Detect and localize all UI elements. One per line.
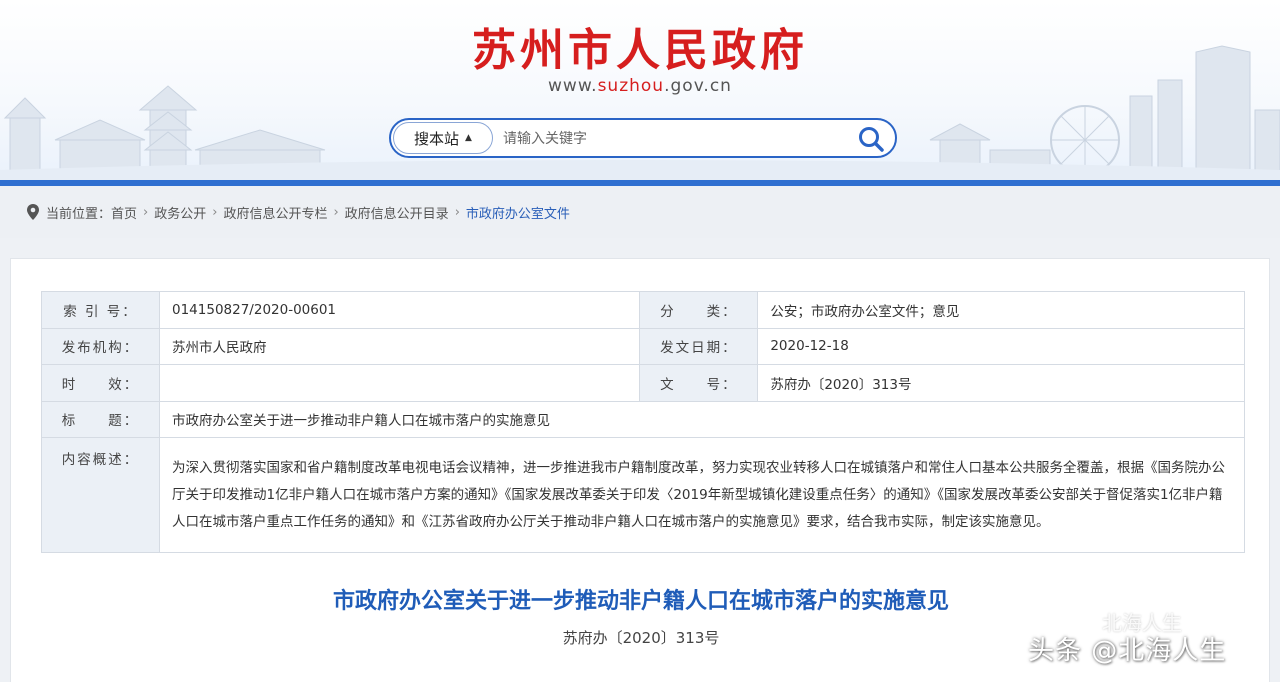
index-value: 014150827/2020-00601 [158, 291, 641, 329]
site-url-highlight: suzhou [597, 76, 665, 96]
search-scope-dropdown[interactable]: 搜本站 ▲ [393, 122, 493, 154]
site-header: 苏州市人民政府 www.suzhou.gov.cn 搜本站 ▲ [0, 0, 1280, 186]
breadcrumb-item-info-catalog[interactable]: 政府信息公开目录 [345, 203, 449, 222]
site-url-suffix: .gov.cn [664, 76, 732, 96]
table-row: 发布机构： 苏州市人民政府 发文日期： 2020-12-18 [41, 327, 1245, 366]
breadcrumb-separator: › [143, 204, 149, 220]
speech-bubble-icon [1072, 610, 1094, 630]
breadcrumb-item-home[interactable]: 首页 [111, 203, 137, 222]
category-value: 公安；市政府办公室文件；意见 [757, 291, 1245, 329]
docno-label: 文 号： [639, 364, 759, 402]
breadcrumb-separator: › [454, 204, 460, 220]
date-value: 2020-12-18 [757, 327, 1245, 366]
caret-up-icon: ▲ [465, 133, 472, 143]
breadcrumb-prefix: 当前位置： [46, 206, 112, 222]
watermark-main: 头条 @北海人生 [1028, 636, 1227, 666]
breadcrumb-item-office-documents[interactable]: 市政府办公室文件 [466, 203, 570, 222]
search-scope-label: 搜本站 [414, 129, 460, 148]
search-icon[interactable] [857, 125, 885, 153]
breadcrumb-item-info-column[interactable]: 政府信息公开专栏 [223, 203, 327, 222]
breadcrumb-separator: › [333, 204, 339, 220]
table-row: 内容概述： 为深入贯彻落实国家和省户籍制度改革电视电话会议精神，进一步推进我市户… [41, 437, 1245, 553]
table-row: 索 引 号： 014150827/2020-00601 分 类： 公安；市政府办… [41, 291, 1245, 329]
title-label: 标 题： [41, 400, 160, 439]
site-title: 苏州市人民政府 [472, 25, 808, 76]
docno-value: 苏府办〔2020〕313号 [757, 364, 1245, 402]
site-url: www.suzhou.gov.cn [0, 76, 1280, 96]
search-bar: 搜本站 ▲ [389, 118, 897, 158]
breadcrumb-item-gov-affairs[interactable]: 政务公开 [154, 203, 206, 222]
issuer-value: 苏州市人民政府 [158, 327, 641, 366]
document-info-table: 索 引 号： 014150827/2020-00601 分 类： 公安；市政府办… [41, 291, 1245, 553]
index-label: 索 引 号： [41, 291, 160, 329]
summary-value: 为深入贯彻落实国家和省户籍制度改革电视电话会议精神，进一步推进我市户籍制度改革，… [159, 437, 1245, 553]
breadcrumb-separator: › [212, 204, 218, 220]
validity-value [158, 364, 641, 402]
summary-label: 内容概述： [41, 437, 160, 553]
breadcrumb: 当前位置： 首页 › 政务公开 › 政府信息公开专栏 › 政府信息公开目录 › … [0, 186, 1280, 238]
title-value: 市政府办公室关于进一步推动非户籍人口在城市落户的实施意见 [159, 400, 1245, 439]
category-label: 分 类： [639, 291, 759, 329]
table-row: 标 题： 市政府办公室关于进一步推动非户籍人口在城市落户的实施意见 [41, 400, 1245, 439]
location-pin-icon [27, 204, 39, 220]
table-row: 时 效： 文 号： 苏府办〔2020〕313号 [41, 364, 1245, 402]
search-input[interactable] [503, 126, 843, 152]
validity-label: 时 效： [41, 364, 160, 402]
issuer-label: 发布机构： [41, 327, 160, 366]
date-label: 发文日期： [639, 327, 759, 366]
site-url-prefix: www. [548, 76, 598, 96]
